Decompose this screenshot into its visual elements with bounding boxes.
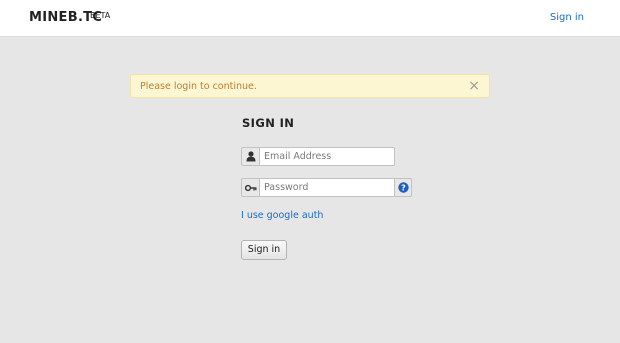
alert-message: Please login to continue. [140,81,257,92]
login-alert: Please login to continue. × [130,74,490,98]
question-icon[interactable]: ? [395,178,412,197]
top-navbar: MINEB.TC BETA Sign in [0,0,620,37]
password-input-group: ? [241,178,412,197]
email-input-group [241,147,395,166]
svg-text:?: ? [401,184,406,193]
password-field[interactable] [259,178,395,197]
beta-badge: BETA [90,11,111,20]
key-icon [241,178,259,197]
nav-signin-link[interactable]: Sign in [550,12,584,24]
page-title: SIGN IN [242,116,295,130]
user-icon [241,147,259,166]
close-icon[interactable]: × [468,78,480,94]
signin-button[interactable]: Sign in [241,240,287,260]
email-field[interactable] [259,147,395,166]
google-auth-link[interactable]: I use google auth [241,210,323,221]
